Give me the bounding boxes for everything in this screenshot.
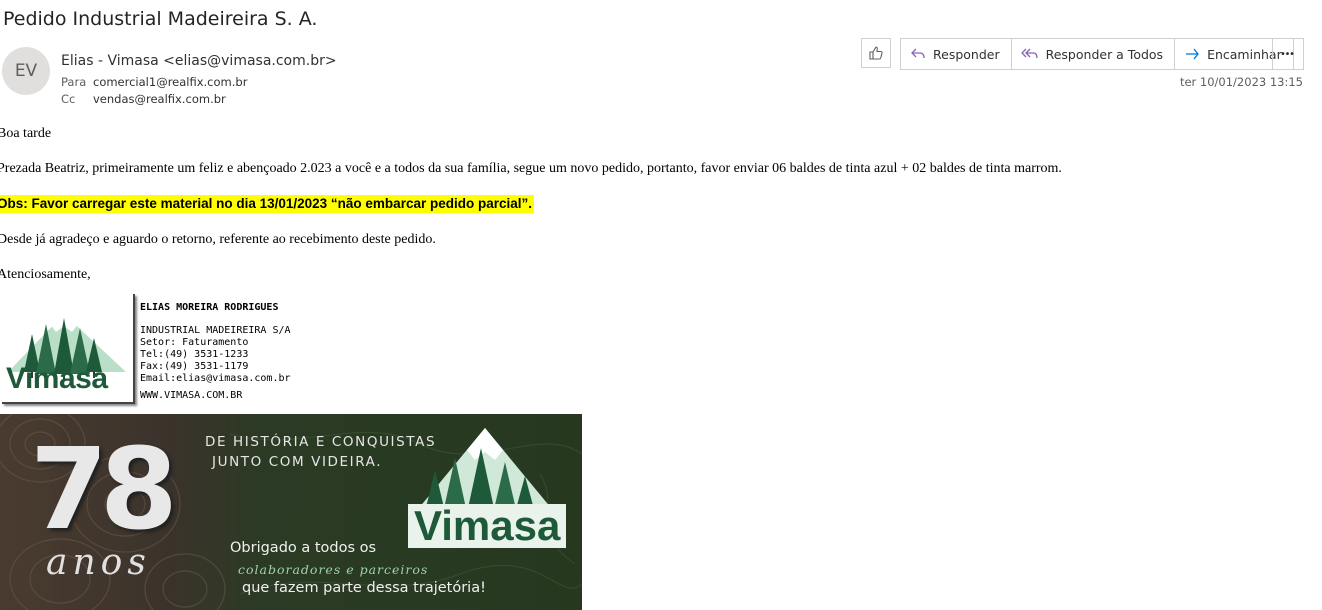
banner-thanks-3: que fazem parte dessa trajetória! — [242, 580, 486, 596]
banner-number: 78 — [30, 425, 178, 555]
signature-name: ELIAS MOREIRA RODRIGUES — [140, 302, 279, 313]
closing: Atenciosamente, — [0, 267, 91, 282]
anniversary-banner: 78 anos DE HISTÓRIA E CONQUISTAS JUNTO C… — [0, 414, 582, 610]
cc-line: Cc vendas@realfix.com.br — [61, 92, 226, 106]
signature-website[interactable]: WWW.VIMASA.COM.BR — [140, 390, 242, 402]
banner-anos: anos — [46, 542, 151, 583]
reply-label: Responder — [933, 46, 1000, 62]
banner-thanks-2: colaboradores e parceiros — [238, 562, 429, 577]
reply-all-button[interactable]: Responder a Todos — [1012, 39, 1176, 69]
cc-label: Cc — [61, 92, 76, 106]
obs-highlight: Obs: Favor carregar este material no dia… — [0, 195, 534, 213]
forward-arrow-icon — [1186, 48, 1199, 60]
sender[interactable]: Elias - Vimasa <elias@vimasa.com.br> — [61, 53, 337, 69]
avatar[interactable]: EV — [2, 47, 50, 95]
reply-icon — [911, 48, 925, 59]
to-recipient[interactable]: comercial1@realfix.com.br — [93, 75, 247, 89]
reply-toolbar: Responder Responder a Todos Encaminhar — [900, 38, 1294, 70]
reply-all-icon — [1020, 48, 1038, 59]
signature-company: INDUSTRIAL MADEIREIRA S/A — [140, 325, 291, 336]
signature-tel: Tel:(49) 3531-1233 — [140, 349, 249, 360]
body-paragraph-2: Desde já agradeço e aguardo o retorno, r… — [0, 232, 436, 247]
vimasa-logo: Vimasa — [2, 294, 135, 404]
timestamp: ter 10/01/2023 13:15 — [1179, 75, 1303, 89]
ellipsis-icon: ••• — [1281, 48, 1295, 60]
logo-wordmark: Vimasa — [6, 362, 108, 395]
signature-fax: Fax:(49) 3531-1179 — [140, 361, 249, 372]
cc-recipient[interactable]: vendas@realfix.com.br — [93, 92, 226, 106]
obs-line: Obs: Favor carregar este material no dia… — [0, 195, 534, 213]
body-paragraph-1: Prezada Beatriz, primeiramente um feliz … — [0, 161, 1062, 176]
thumbs-up-icon — [869, 46, 883, 60]
banner-logo-wordmark: Vimasa — [408, 504, 567, 548]
banner-headline-2: JUNTO COM VIDEIRA. — [212, 454, 383, 470]
like-button[interactable] — [861, 38, 891, 68]
greeting: Boa tarde — [0, 126, 52, 141]
signature-email[interactable]: Email:elias@vimasa.com.br — [140, 373, 291, 385]
reply-button[interactable]: Responder — [901, 39, 1012, 69]
signature-sector: Setor: Faturamento — [140, 337, 249, 348]
banner-thanks-1: Obrigado a todos os — [230, 540, 377, 556]
banner-headline-1: DE HISTÓRIA E CONQUISTAS — [205, 434, 437, 450]
more-actions-button[interactable]: ••• — [1272, 38, 1304, 70]
to-line: Para comercial1@realfix.com.br — [61, 75, 247, 89]
reply-all-label: Responder a Todos — [1045, 46, 1164, 62]
email-subject: Pedido Industrial Madeireira S. A. — [3, 8, 318, 30]
forward-label: Encaminhar — [1207, 46, 1282, 62]
to-label: Para — [61, 75, 87, 89]
